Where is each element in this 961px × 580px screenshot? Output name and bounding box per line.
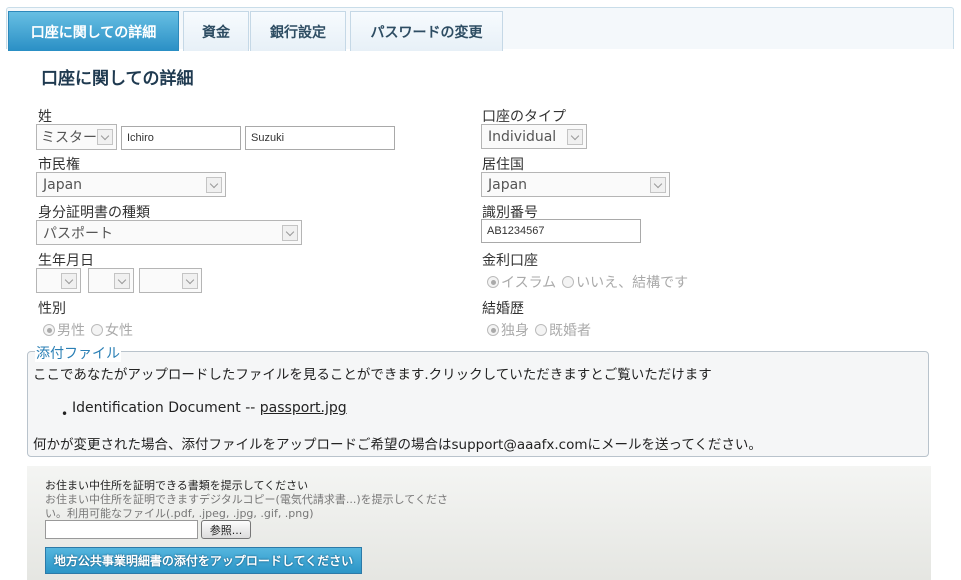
first-name-field[interactable]: Ichiro [121,126,241,150]
attachments-intro: ここであなたがアップロードしたファイルを見ることができます.クリックしていただき… [33,367,712,383]
tab-funds[interactable]: 資金 [183,11,249,51]
attachments-note: 何かが変更された場合、添付ファイルをアップロードご希望の場合はsupport@a… [33,437,762,453]
account-type-label: 口座のタイプ [482,109,566,125]
tab-account-details[interactable]: 口座に関しての詳細 [8,11,179,51]
dob-year-select[interactable] [139,268,202,293]
first-name-value: Ichiro [127,132,154,144]
residence-select[interactable]: Japan [481,172,670,197]
interest-islamic-radio[interactable] [487,276,499,288]
account-type-value: Individual [488,128,557,145]
last-name-value: Suzuki [251,132,285,144]
interest-label: 金利口座 [482,253,538,269]
interest-islamic-label: イスラム [501,275,557,291]
upload-button[interactable]: 地方公共事業明細書の添付をアップロードしてください [45,547,362,574]
id-number-field[interactable]: AB1234567 [481,219,641,243]
bullet-icon: • [61,407,69,421]
dob-label: 生年月日 [38,253,94,269]
chevron-down-icon [567,129,583,145]
salutation-value: ミスター [41,130,97,146]
citizenship-select[interactable]: Japan [36,172,226,197]
id-type-select[interactable]: パスポート [36,220,302,245]
browse-button[interactable]: 参照... [201,520,251,539]
dob-month-select[interactable] [88,268,134,293]
marital-label: 結婚歴 [482,301,524,317]
id-number-value: AB1234567 [487,225,545,237]
account-type-select[interactable]: Individual [481,124,587,149]
citizenship-label: 市民権 [38,157,80,173]
chevron-down-icon [282,225,298,241]
chevron-down-icon [182,273,198,289]
chevron-down-icon [97,129,113,145]
upload-desc-2: い。利用可能なファイル(.pdf, .jpeg, .jpg, .gif, .pn… [45,507,314,520]
marital-married-label: 既婚者 [549,323,591,339]
residence-value: Japan [488,176,528,193]
gender-female-radio[interactable] [91,324,103,336]
gender-label: 性別 [38,301,66,317]
dob-day-select[interactable] [36,268,81,293]
gender-male-radio[interactable] [43,324,55,336]
gender-radio-group: 男性 女性 [43,320,133,340]
tab-bank-settings[interactable]: 銀行設定 [250,11,346,51]
id-type-label: 身分証明書の種類 [38,205,150,221]
citizenship-value: Japan [43,176,83,193]
salutation-select[interactable]: ミスター [36,124,117,150]
tab-bar: 口座に関しての詳細 資金 銀行設定 パスワードの変更 [6,7,954,51]
chevron-down-icon [206,177,222,193]
residence-label: 居住国 [482,157,524,173]
tab-change-password[interactable]: パスワードの変更 [350,11,503,51]
chevron-down-icon [114,273,130,289]
last-name-field[interactable]: Suzuki [245,126,395,150]
marital-single-radio[interactable] [487,324,499,336]
chevron-down-icon [61,273,77,289]
file-path-input[interactable] [45,520,198,539]
id-type-value: パスポート [43,225,113,242]
interest-radio-group: イスラム いいえ、結構です [487,272,688,292]
chevron-down-icon [650,177,666,193]
interest-no-radio[interactable] [562,276,575,288]
marital-married-radio[interactable] [535,324,547,336]
attachment-doc-label: Identification Document -- [72,400,256,416]
attachment-link[interactable]: passport.jpg [260,400,347,416]
gender-male-label: 男性 [57,323,85,339]
name-label: 姓 [38,109,52,125]
attachment-item: Identification Document -- passport.jpg [72,400,347,416]
page-title: 口座に関しての詳細 [41,69,194,89]
marital-single-label: 独身 [501,323,529,339]
attachments-legend: 添付ファイル [35,346,121,362]
gender-female-label: 女性 [105,323,133,339]
marital-radio-group: 独身 既婚者 [487,320,591,340]
interest-no-label: いいえ、結構です [576,275,689,291]
